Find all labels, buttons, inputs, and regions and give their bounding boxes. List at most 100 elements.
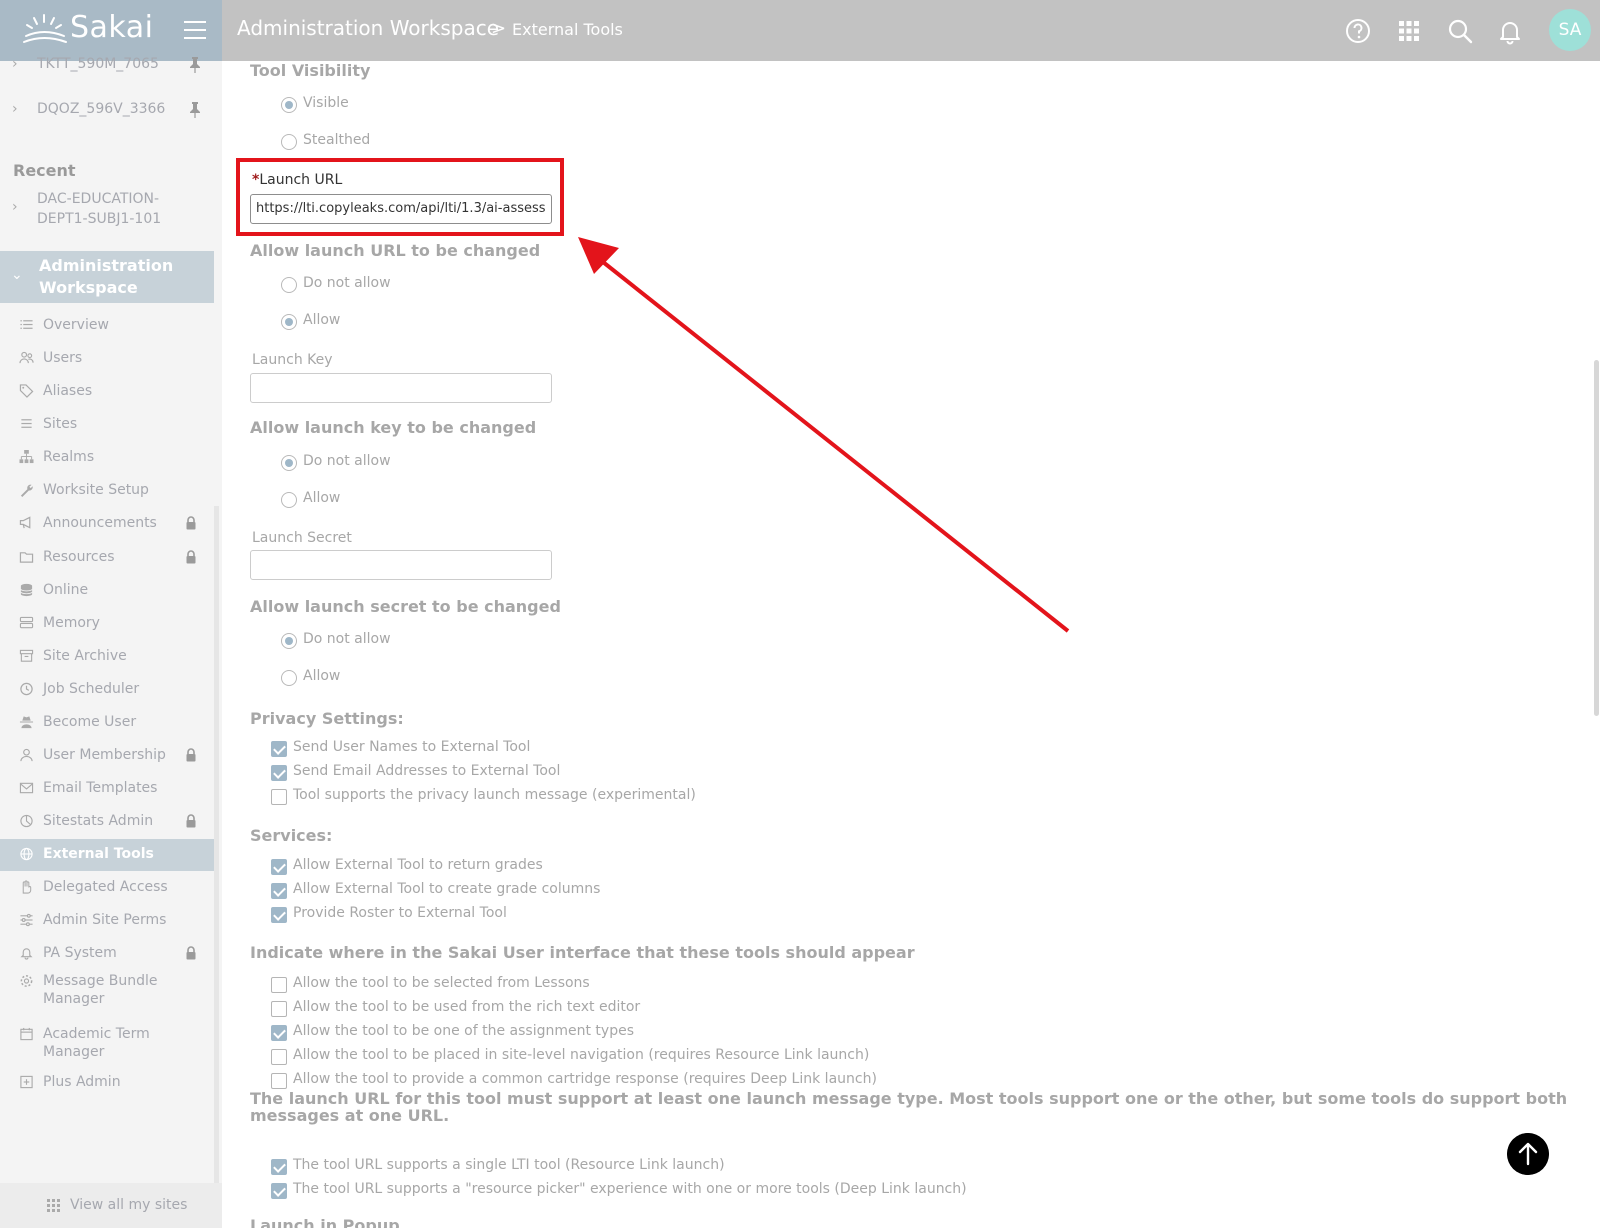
search-icon[interactable] [1445,16,1475,46]
checkbox-label[interactable]: Allow the tool to be used from the rich … [293,999,640,1015]
radio-label[interactable]: Allow [303,490,340,506]
radio-label[interactable]: Visible [303,95,349,111]
checkbox[interactable] [271,765,287,781]
checkbox-label[interactable]: The tool URL supports a single LTI tool … [293,1157,725,1173]
bell-icon[interactable] [1495,16,1525,46]
pinned-site-item[interactable]: › DQOZ_596V_3366 [0,101,214,123]
workspace-header[interactable]: ⌄ Administration Workspace [0,251,214,303]
chevron-right-icon[interactable]: › [12,56,18,72]
pinned-site-label[interactable]: DQOZ_596V_3366 [37,101,165,117]
sidebar-item-label[interactable]: Become User [43,713,193,731]
sidebar-item-job-scheduler[interactable]: Job Scheduler [0,674,214,704]
sidebar-item-label[interactable]: Overview [43,316,193,334]
checkbox-label[interactable]: Allow the tool to be one of the assignme… [293,1023,634,1039]
checkbox[interactable] [271,1159,287,1175]
sidebar-item-label[interactable]: Realms [43,448,193,466]
sidebar-item-realms[interactable]: Realms [0,442,214,472]
breadcrumb-tool[interactable]: External Tools [512,20,623,39]
radio-label[interactable]: Do not allow [303,631,391,647]
sidebar-item-sitestats-admin[interactable]: Sitestats Admin [0,806,214,836]
radio-label[interactable]: Do not allow [303,453,391,469]
apps-grid-icon[interactable] [1394,16,1424,46]
chevron-right-icon[interactable]: › [12,199,18,215]
sidebar-item-delegated-access[interactable]: Delegated Access [0,872,214,902]
sidebar-item-label[interactable]: Worksite Setup [43,481,193,499]
sidebar-item-admin-site-perms[interactable]: Admin Site Perms [0,905,214,935]
workspace-title[interactable]: Administration Workspace [39,255,199,299]
checkbox[interactable] [271,977,287,993]
sidebar-item-pa-system[interactable]: PA System [0,938,214,968]
radio-label[interactable]: Do not allow [303,275,391,291]
sidebar-item-overview[interactable]: Overview [0,310,214,340]
recent-site-label[interactable]: DAC-EDUCATION-DEPT1-SUBJ1-101 [37,189,197,229]
checkbox-label[interactable]: Tool supports the privacy launch message… [293,787,696,803]
pinned-site-item[interactable]: › TKTT_590M_7065 [0,56,214,78]
checkbox[interactable] [271,1049,287,1065]
checkbox[interactable] [271,859,287,875]
radio-button[interactable] [281,134,297,150]
sidebar-item-label[interactable]: Online [43,581,193,599]
checkbox[interactable] [271,1183,287,1199]
radio-button[interactable] [281,277,297,293]
pin-icon[interactable] [188,101,202,119]
checkbox[interactable] [271,1073,287,1089]
checkbox[interactable] [271,1025,287,1041]
recent-site-item[interactable]: › DAC-EDUCATION-DEPT1-SUBJ1-101 [0,189,214,231]
sidebar-item-users[interactable]: Users [0,343,214,373]
sidebar-item-label[interactable]: Email Templates [43,779,193,797]
pinned-site-label[interactable]: TKTT_590M_7065 [37,56,159,72]
checkbox-label[interactable]: Provide Roster to External Tool [293,905,507,921]
sidebar-item-become-user[interactable]: Become User [0,707,214,737]
sidebar-item-label[interactable]: Site Archive [43,647,193,665]
sidebar-item-label[interactable]: Sites [43,415,193,433]
radio-button[interactable] [281,670,297,686]
menu-toggle-icon[interactable] [184,21,206,39]
checkbox[interactable] [271,907,287,923]
sidebar-item-label[interactable]: Users [43,349,193,367]
sidebar-item-user-membership[interactable]: User Membership [0,740,214,770]
sidebar-item-label[interactable]: User Membership [43,746,193,764]
sidebar-item-academic-term-manager[interactable]: Academic Term Manager [0,1019,214,1065]
checkbox-label[interactable]: Allow the tool to be selected from Lesso… [293,975,590,991]
radio-label[interactable]: Allow [303,312,340,328]
sidebar-item-worksite-setup[interactable]: Worksite Setup [0,475,214,505]
page-scrollbar[interactable] [1594,360,1599,716]
checkbox[interactable] [271,741,287,757]
sidebar-item-label[interactable]: Sitestats Admin [43,812,193,830]
radio-label[interactable]: Allow [303,668,340,684]
launch-secret-input[interactable] [250,550,552,580]
sidebar-item-label[interactable]: Memory [43,614,193,632]
radio-button[interactable] [281,492,297,508]
checkbox-label[interactable]: The tool URL supports a "resource picker… [293,1181,967,1197]
checkbox[interactable] [271,789,287,805]
radio-button[interactable] [281,314,297,330]
sidebar-item-plus-admin[interactable]: Plus Admin [0,1067,214,1097]
help-icon[interactable] [1343,16,1373,46]
sidebar-item-label[interactable]: Message Bundle Manager [43,972,193,1008]
checkbox-label[interactable]: Allow the tool to provide a common cartr… [293,1071,877,1087]
sidebar-item-label[interactable]: Delegated Access [43,878,193,896]
avatar[interactable]: SA [1549,9,1591,51]
sidebar-item-resources[interactable]: Resources [0,542,214,572]
checkbox-label[interactable]: Send User Names to External Tool [293,739,530,755]
sidebar-item-external-tools[interactable]: External Tools [0,839,214,871]
pin-icon[interactable] [188,56,202,74]
sidebar-item-announcements[interactable]: Announcements [0,508,214,538]
chevron-down-icon[interactable]: ⌄ [11,267,23,283]
sidebar-item-message-bundle-manager[interactable]: Message Bundle Manager [0,966,214,1012]
checkbox-label[interactable]: Send Email Addresses to External Tool [293,763,560,779]
radio-button[interactable] [281,455,297,471]
breadcrumb-workspace[interactable]: Administration Workspace [237,16,499,40]
radio-button[interactable] [281,97,297,113]
radio-label[interactable]: Stealthed [303,132,370,148]
checkbox[interactable] [271,1001,287,1017]
sidebar-item-memory[interactable]: Memory [0,608,214,638]
launch-key-input[interactable] [250,373,552,403]
sidebar-scrollbar[interactable] [214,506,219,1228]
checkbox-label[interactable]: Allow External Tool to create grade colu… [293,881,600,897]
view-all-sites-label[interactable]: View all my sites [70,1197,187,1213]
view-all-sites-button[interactable]: View all my sites [0,1183,222,1228]
sidebar-item-label[interactable]: Plus Admin [43,1073,193,1091]
sidebar-item-label[interactable]: Admin Site Perms [43,911,193,929]
sidebar-item-site-archive[interactable]: Site Archive [0,641,214,671]
